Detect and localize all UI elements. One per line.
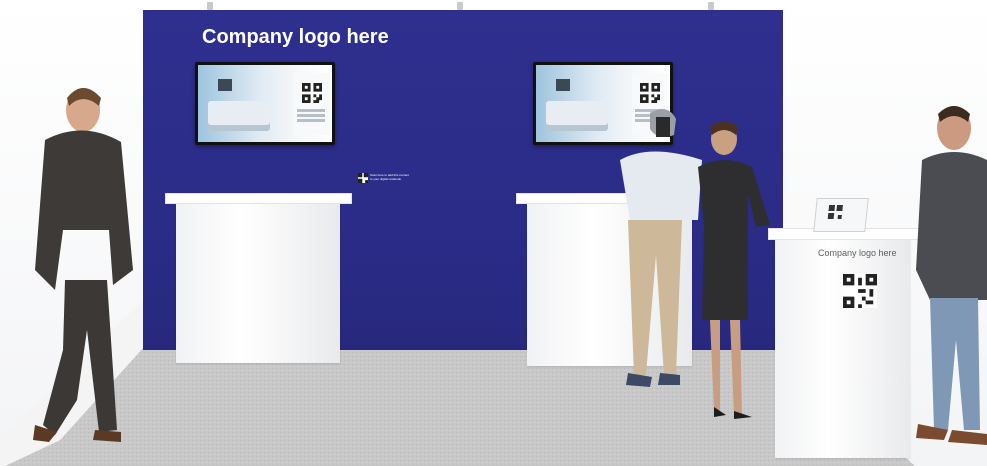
screen-text-lines (297, 109, 325, 112)
wall-qr-code-icon (358, 173, 368, 183)
qr-code-icon (640, 83, 660, 103)
kiosk-logo-text: Company logo here (818, 248, 897, 258)
kiosk-qr-code-icon (843, 274, 877, 308)
qr-code-icon (302, 83, 322, 103)
wall-clip (207, 2, 213, 10)
tablet-display (813, 198, 869, 232)
man-right-figure (916, 106, 987, 445)
wall-qr-caption: Scan here to add this content to your di… (370, 173, 410, 181)
woman-presenter-figure (698, 121, 770, 419)
kiosk-stand (775, 238, 910, 458)
booth-scene: Company logo here Scan here to add this … (0, 0, 987, 466)
medical-monitor (556, 79, 570, 91)
screen-content (198, 65, 332, 142)
wall-clip (457, 2, 463, 10)
counter-left (176, 200, 340, 363)
medical-monitor (218, 79, 232, 91)
hospital-bed (546, 101, 608, 131)
qr-code-icon (827, 205, 844, 219)
counter-left-top (165, 193, 352, 204)
man-in-suit-figure (33, 88, 133, 442)
display-screen-left (195, 62, 335, 145)
wall-logo-text: Company logo here (202, 26, 389, 48)
hospital-bed (208, 101, 270, 131)
wall-clip (708, 2, 714, 10)
